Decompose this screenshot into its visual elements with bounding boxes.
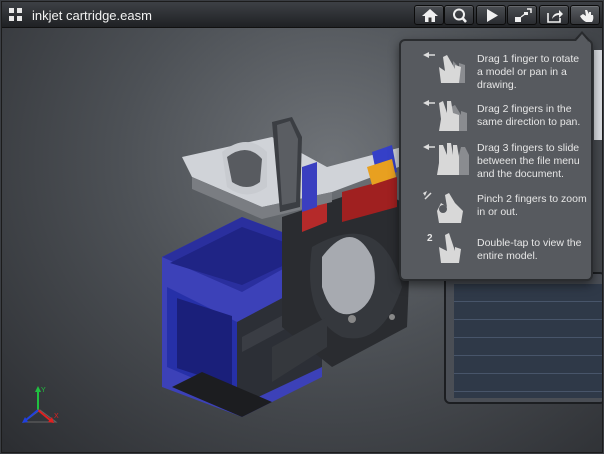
pinch-icon (423, 191, 463, 223)
magnifier-icon (453, 8, 467, 23)
axis-x-label: X (54, 413, 59, 420)
play-icon (487, 9, 498, 22)
home-button[interactable] (414, 5, 444, 25)
document-title: inkjet cartridge.easm (32, 8, 152, 23)
help-text-fit: Double-tap to view the entire model. (477, 237, 582, 262)
gestures-button[interactable] (570, 5, 600, 25)
double-tap-icon: 2 (427, 233, 461, 263)
two-finger-drag-icon (423, 100, 467, 131)
play-button[interactable] (476, 5, 506, 25)
axis-triad: Y X (22, 386, 59, 423)
explode-button[interactable] (507, 5, 537, 25)
explode-icon (515, 8, 532, 22)
file-list-rows (454, 284, 602, 398)
help-text-pan: Drag 2 fingers in the same direction to … (477, 103, 581, 128)
hand-gesture-icon (580, 10, 594, 22)
share-icon (547, 10, 563, 23)
help-text-rotate: Drag 1 finger to rotate a model or pan i… (477, 53, 580, 91)
help-text-slide: Drag 3 fingers to slide between the file… (477, 142, 580, 180)
three-finger-drag-icon (423, 143, 469, 175)
share-button[interactable] (539, 5, 569, 25)
zoom-button[interactable] (444, 5, 474, 25)
app-window: inkjet cartridge.easm Y X Drag 1 finger … (1, 1, 603, 453)
help-text-zoom: Pinch 2 fingers to zoom in or out. (477, 193, 587, 218)
popover-arrow-fill (576, 34, 588, 41)
file-menu-icon[interactable] (8, 7, 24, 23)
gesture-help-popover: Drag 1 finger to rotate a model or pan i… (399, 39, 593, 281)
axis-y-label: Y (41, 387, 46, 394)
home-icon (422, 9, 438, 22)
top-bar: inkjet cartridge.easm (2, 2, 602, 28)
double-tap-badge: 2 (427, 233, 433, 244)
one-finger-drag-icon (423, 52, 465, 83)
side-panel-edge (594, 50, 602, 140)
